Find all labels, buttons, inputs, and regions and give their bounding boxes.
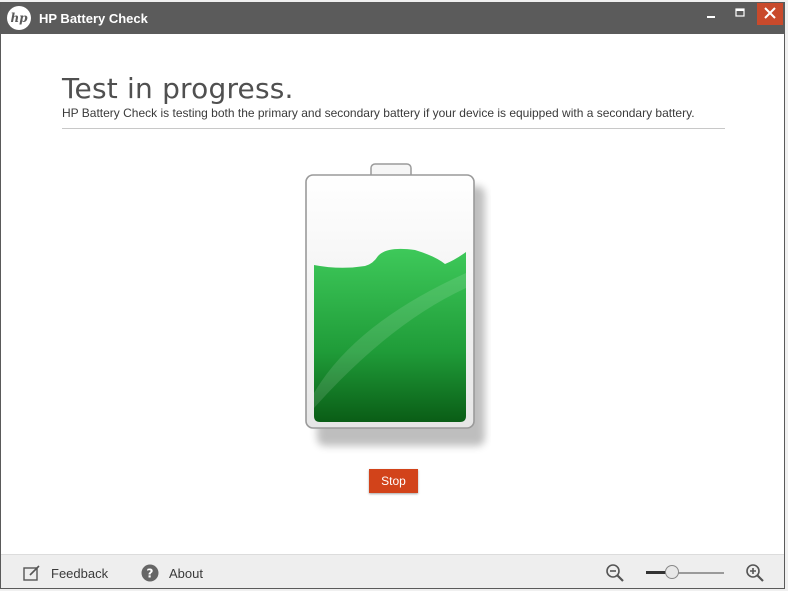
help-icon: ? bbox=[141, 564, 159, 582]
hp-logo-text: hp bbox=[10, 11, 28, 25]
zoom-slider-thumb[interactable] bbox=[665, 565, 679, 579]
close-icon bbox=[764, 7, 776, 19]
minimize-button[interactable] bbox=[698, 3, 724, 25]
title-bar[interactable]: hp HP Battery Check bbox=[1, 3, 784, 34]
divider bbox=[62, 128, 725, 129]
window-title: HP Battery Check bbox=[39, 11, 148, 26]
page-title: Test in progress. bbox=[62, 72, 294, 105]
zoom-out-button[interactable] bbox=[605, 563, 625, 583]
app-window: hp HP Battery Check Test in progress. HP… bbox=[0, 2, 785, 589]
zoom-out-icon bbox=[606, 564, 624, 582]
feedback-label: Feedback bbox=[51, 565, 109, 581]
maximize-button[interactable] bbox=[727, 3, 753, 25]
feedback-link[interactable]: Feedback bbox=[23, 563, 108, 583]
battery-icon bbox=[305, 163, 485, 446]
zoom-in-button[interactable] bbox=[745, 563, 765, 583]
feedback-icon bbox=[23, 565, 40, 581]
zoom-slider[interactable] bbox=[646, 564, 726, 582]
minimize-icon bbox=[707, 16, 715, 18]
about-link[interactable]: ? About bbox=[141, 563, 203, 583]
zoom-in-icon bbox=[746, 564, 764, 582]
maximize-icon bbox=[735, 8, 745, 17]
footer-bar: Feedback ? About bbox=[1, 554, 784, 588]
main-content: Test in progress. HP Battery Check is te… bbox=[1, 34, 784, 554]
page-description: HP Battery Check is testing both the pri… bbox=[62, 106, 695, 120]
svg-text:?: ? bbox=[147, 567, 154, 581]
close-button[interactable] bbox=[757, 3, 783, 25]
hp-logo-icon: hp bbox=[7, 6, 31, 30]
stop-button[interactable]: Stop bbox=[369, 469, 418, 493]
about-label: About bbox=[169, 565, 203, 581]
battery-graphic bbox=[295, 158, 491, 458]
